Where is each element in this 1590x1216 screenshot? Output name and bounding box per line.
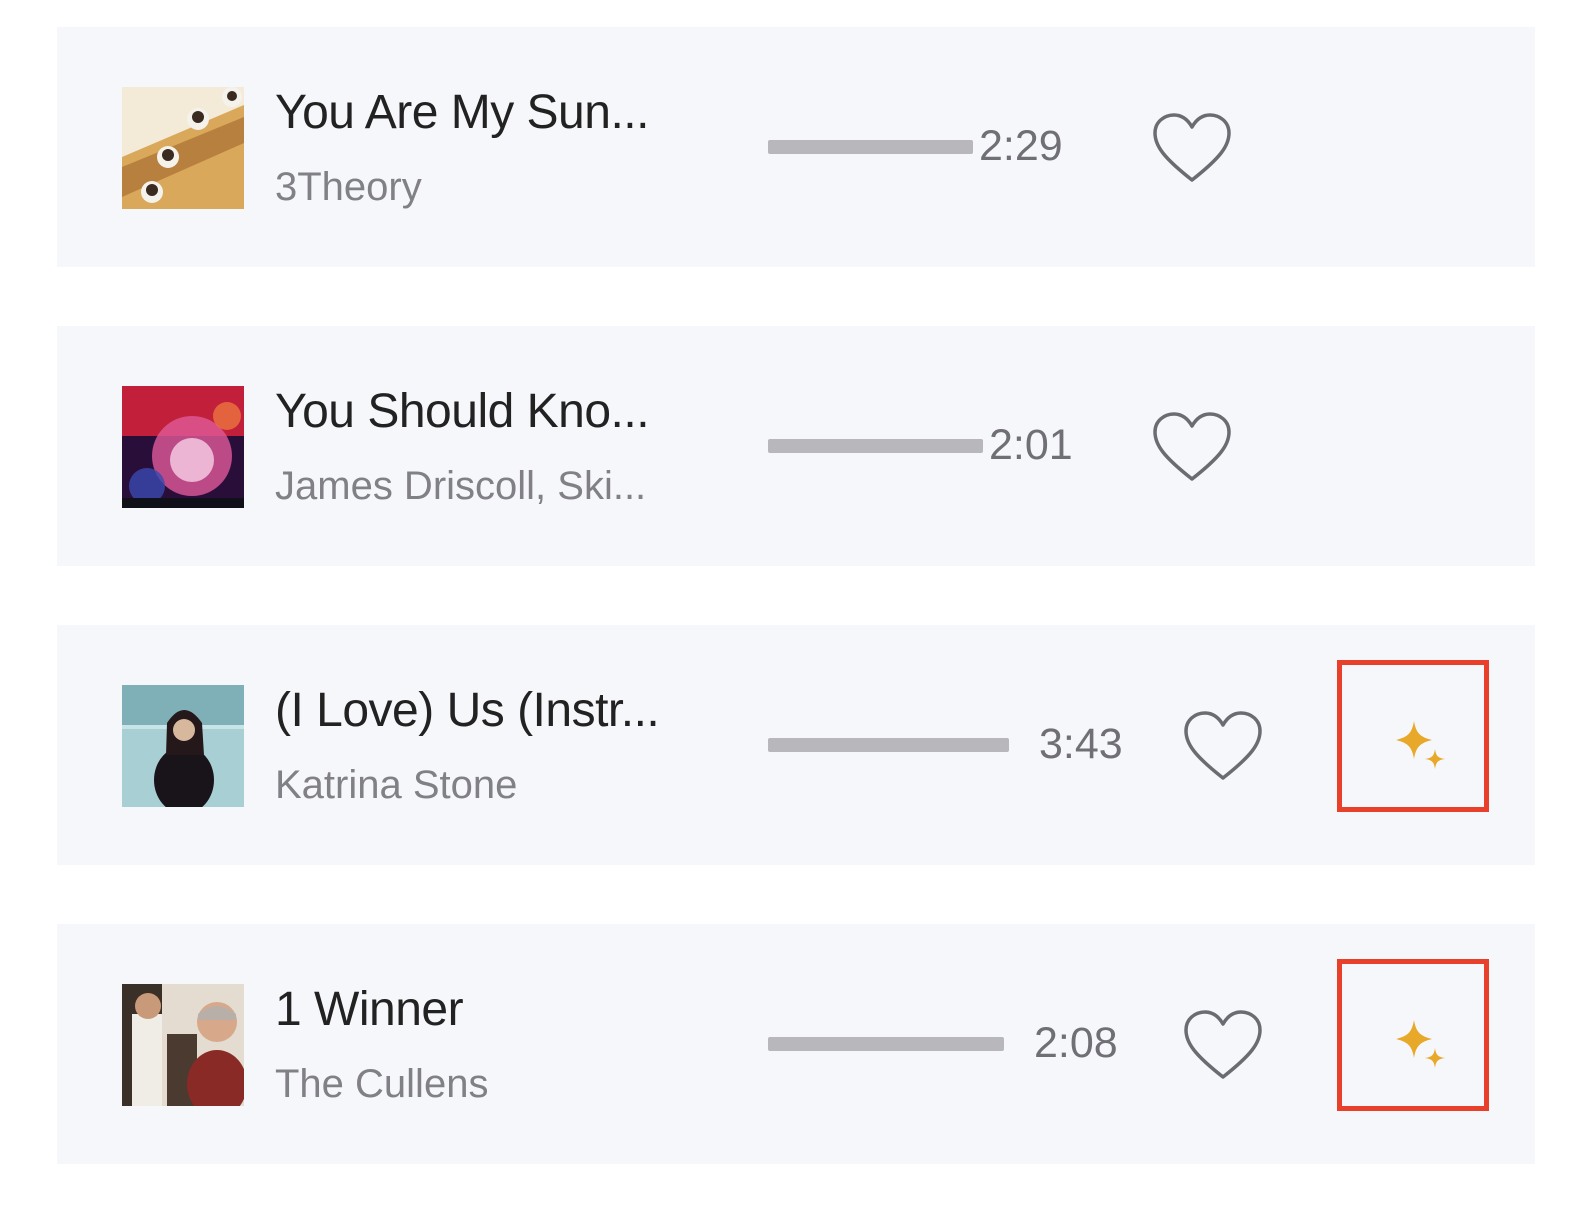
heart-outline-icon[interactable] <box>1183 710 1263 782</box>
waveform-bar <box>768 738 1009 752</box>
track-row[interactable]: You Are My Sun... 3Theory 2:29 <box>57 27 1535 267</box>
track-title[interactable]: (I Love) Us (Instr... <box>275 683 660 738</box>
heart-outline-icon[interactable] <box>1183 1009 1263 1081</box>
album-art[interactable] <box>122 386 244 508</box>
sparkle-button[interactable] <box>1337 959 1489 1111</box>
sparkle-icon <box>1396 721 1445 769</box>
waveform-bar <box>768 1037 1004 1051</box>
track-title[interactable]: 1 Winner <box>275 982 464 1037</box>
album-art[interactable] <box>122 87 244 209</box>
track-row[interactable]: (I Love) Us (Instr... Katrina Stone 3:43 <box>57 625 1535 865</box>
waveform-bar <box>768 140 973 154</box>
track-artist[interactable]: James Driscoll, Ski... <box>275 464 646 509</box>
track-artist[interactable]: The Cullens <box>275 1062 488 1107</box>
track-list: You Are My Sun... 3Theory 2:29 You Shoul… <box>0 0 1590 1216</box>
album-art[interactable] <box>122 685 244 807</box>
sparkle-icon <box>1396 1020 1445 1068</box>
track-duration: 3:43 <box>1039 720 1123 768</box>
heart-outline-icon[interactable] <box>1152 112 1232 184</box>
track-row[interactable]: 1 Winner The Cullens 2:08 <box>57 924 1535 1164</box>
waveform-bar <box>768 439 983 453</box>
sparkle-button[interactable] <box>1337 660 1489 812</box>
track-artist[interactable]: 3Theory <box>275 165 422 210</box>
heart-outline-icon[interactable] <box>1152 411 1232 483</box>
track-duration: 2:01 <box>989 421 1073 469</box>
track-title[interactable]: You Are My Sun... <box>275 85 649 140</box>
track-duration: 2:08 <box>1034 1019 1118 1067</box>
track-duration: 2:29 <box>979 122 1063 170</box>
track-artist[interactable]: Katrina Stone <box>275 763 517 808</box>
track-row[interactable]: You Should Kno... James Driscoll, Ski...… <box>57 326 1535 566</box>
track-title[interactable]: You Should Kno... <box>275 384 650 439</box>
album-art[interactable] <box>122 984 244 1106</box>
